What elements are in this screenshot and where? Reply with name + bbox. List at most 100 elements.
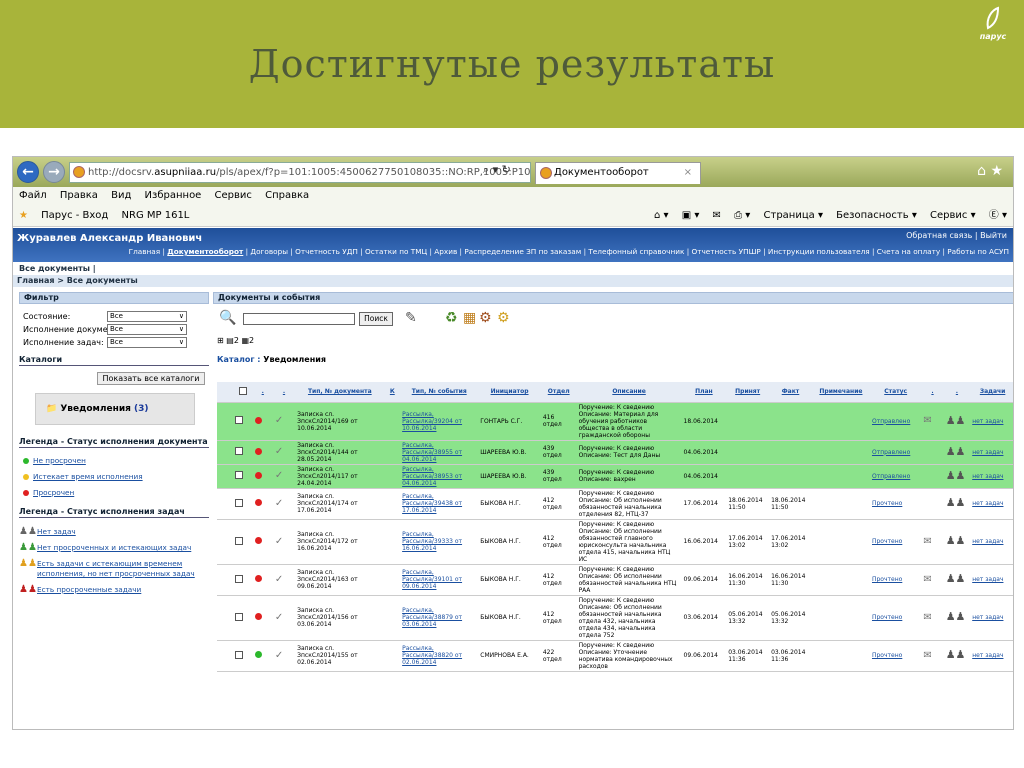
status-link[interactable]: Прочтено	[872, 576, 902, 583]
tasks-link[interactable]: нет задач	[972, 614, 1003, 621]
attachment-icon[interactable]: ✉	[923, 574, 931, 585]
event-link[interactable]: Рассылка, Рассылка/38953 от 04.06.2014	[402, 466, 462, 487]
row-checkbox[interactable]	[234, 650, 243, 659]
attachment-icon[interactable]: ✉	[923, 415, 931, 426]
column-header[interactable]: Отдел	[540, 382, 577, 403]
close-tab-icon[interactable]: ×	[684, 163, 692, 183]
column-header[interactable]: К	[384, 382, 401, 403]
row-checkbox[interactable]	[234, 447, 243, 455]
nav-documents[interactable]: Документооборот	[167, 247, 243, 256]
subnav-all-documents[interactable]: Все документы |	[13, 262, 1013, 275]
status-link[interactable]: Отправлено	[872, 473, 910, 480]
tasks-link[interactable]: нет задач	[972, 473, 1003, 480]
nav-home[interactable]: Главная |	[129, 247, 168, 256]
tasks-link[interactable]: нет задач	[972, 576, 1003, 583]
status-link[interactable]: Отправлено	[872, 449, 910, 456]
column-header[interactable]: Описание	[576, 382, 682, 403]
table-row[interactable]: ✓ Записка сл. ЗпскСл2014/174 от 17.06.201…	[217, 488, 1013, 520]
legend-tasks-ok[interactable]: ♟♟ Нет просроченных и истекающих задач	[19, 540, 209, 556]
menu-favorites[interactable]: Избранное	[145, 190, 202, 201]
task-exec-select[interactable]: Все	[107, 337, 187, 348]
tasks-link[interactable]: нет задач	[972, 449, 1003, 456]
status-link[interactable]: Прочтено	[872, 614, 902, 621]
table-row[interactable]: ✓ Записка сл. ЗпскСл2014/172 от 16.06.201…	[217, 519, 1013, 565]
feedback-logout-links[interactable]: Обратная связь | Выйти	[906, 231, 1007, 240]
tasks-link[interactable]: нет задач	[972, 538, 1003, 545]
column-header[interactable]: Инициатор	[478, 382, 541, 403]
event-link[interactable]: Рассылка, Рассылка/39438 от 17.06.2014	[402, 493, 462, 514]
tab-documents[interactable]: Документооборот ×	[535, 162, 701, 184]
column-header[interactable]: Примечание	[811, 382, 870, 403]
people-icon[interactable]: ♟♟	[946, 610, 966, 623]
row-checkbox[interactable]	[234, 574, 243, 583]
column-header[interactable]: Тип, № события	[400, 382, 479, 403]
people-icon[interactable]: ♟♟	[946, 445, 966, 458]
tree-toggle-row[interactable]: ⊞ ▤2 ▦2	[213, 334, 1013, 348]
column-header[interactable]: Задачи	[970, 382, 1013, 403]
status-link[interactable]: Прочтено	[872, 500, 902, 507]
event-link[interactable]: Рассылка, Рассылка/38820 от 02.06.2014	[402, 645, 462, 666]
tools-icon[interactable]: ⚙	[479, 310, 492, 326]
mail-icon[interactable]: ✉	[713, 210, 721, 221]
menu-help[interactable]: Справка	[265, 190, 309, 201]
tasks-link[interactable]: нет задач	[972, 652, 1003, 659]
show-all-catalogs-button[interactable]: Показать все каталоги	[97, 372, 205, 385]
legend-no-tasks[interactable]: ♟♟ Нет задач	[19, 524, 209, 540]
settings-gear-icon[interactable]: ⚙	[497, 310, 510, 326]
status-link[interactable]: Прочтено	[872, 538, 902, 545]
search-input[interactable]	[243, 313, 355, 325]
legend-tasks-overdue[interactable]: ♟♟ Есть просроченные задачи	[19, 582, 209, 598]
people-icon[interactable]: ♟♟	[946, 469, 966, 482]
page-menu[interactable]: Страница ▾	[764, 210, 823, 221]
people-icon[interactable]: ♟♟	[946, 496, 966, 509]
people-icon[interactable]: ♟♟	[946, 572, 966, 585]
people-icon[interactable]: ♟♟	[946, 414, 966, 427]
table-row[interactable]: ✓ Записка сл. ЗпскСл2014/163 от 09.06.201…	[217, 564, 1013, 596]
nav-other-links[interactable]: | Договоры | Отчетность УДП | Остатки по…	[243, 247, 1009, 256]
event-link[interactable]: Рассылка, Рассылка/38879 от 03.06.2014	[402, 607, 462, 628]
back-button[interactable]: ←	[17, 161, 39, 183]
event-link[interactable]: Рассылка, Рассылка/39204 от 10.06.2014	[402, 411, 462, 432]
event-link[interactable]: Рассылка, Рассылка/39101 от 09.06.2014	[402, 569, 462, 590]
column-header[interactable]: Статус	[869, 382, 922, 403]
print-icon[interactable]: ⎙ ▾	[734, 210, 750, 221]
document-icon[interactable]: ▦	[463, 310, 476, 326]
table-row[interactable]: ✓ Записка сл. ЗпскСл2014/169 от 10.06.201…	[217, 402, 1013, 441]
people-icon[interactable]: ♟♟	[946, 534, 966, 547]
address-bar[interactable]: http://docsrv.asupniiaa.ru/pls/apex/f?p=…	[69, 162, 531, 183]
table-row[interactable]: ✓ Записка сл. ЗпскСл2014/156 от 03.06.201…	[217, 595, 1013, 641]
status-link[interactable]: Прочтено	[872, 652, 902, 659]
favorite-nrg[interactable]: NRG MP 161L	[122, 210, 190, 221]
home-icon[interactable]: ⌂ ▾	[654, 210, 669, 221]
attachment-icon[interactable]: ✉	[923, 612, 931, 623]
tasks-link[interactable]: нет задач	[972, 500, 1003, 507]
feeds-icon[interactable]: ▣ ▾	[682, 210, 700, 221]
tools-menu[interactable]: Сервис ▾	[930, 210, 976, 221]
status-link[interactable]: Отправлено	[872, 418, 910, 425]
row-checkbox[interactable]	[234, 498, 243, 507]
magnifier-icon[interactable]: 🔍	[219, 310, 236, 326]
catalog-notifications[interactable]: 📁 Уведомления (3)	[35, 393, 195, 425]
attachment-icon[interactable]: ✉	[923, 536, 931, 547]
legend-expiring[interactable]: Истекает время исполнения	[19, 469, 209, 485]
menu-view[interactable]: Вид	[111, 190, 131, 201]
row-checkbox[interactable]	[234, 416, 243, 424]
row-checkbox[interactable]	[234, 612, 243, 621]
tasks-link[interactable]: нет задач	[972, 418, 1003, 425]
safety-menu[interactable]: Безопасность ▾	[836, 210, 917, 221]
legend-overdue[interactable]: Просрочен	[19, 485, 209, 501]
column-header[interactable]: Факт	[769, 382, 812, 403]
menu-tools[interactable]: Сервис	[215, 190, 252, 201]
menu-edit[interactable]: Правка	[60, 190, 98, 201]
address-tools-icon[interactable]: ⌕ ▾ ↻	[483, 163, 511, 177]
people-icon[interactable]: ♟♟	[946, 648, 966, 661]
table-row[interactable]: ✓ Записка сл. ЗпскСл2014/144 от 28.05.201…	[217, 440, 1013, 465]
refresh-icon[interactable]: ♻	[445, 310, 458, 326]
menu-file[interactable]: Файл	[19, 190, 47, 201]
legend-tasks-expiring[interactable]: ♟♟ Есть задачи с истекающим временем испо…	[19, 556, 209, 582]
attachment-icon[interactable]: ✉	[923, 650, 931, 661]
table-row[interactable]: ✓ Записка сл. ЗпскСл2014/155 от 02.06.201…	[217, 640, 1013, 672]
breadcrumb[interactable]: Главная > Все документы	[13, 275, 1013, 287]
row-checkbox[interactable]	[234, 471, 243, 479]
star-icon[interactable]: ★	[19, 210, 28, 221]
